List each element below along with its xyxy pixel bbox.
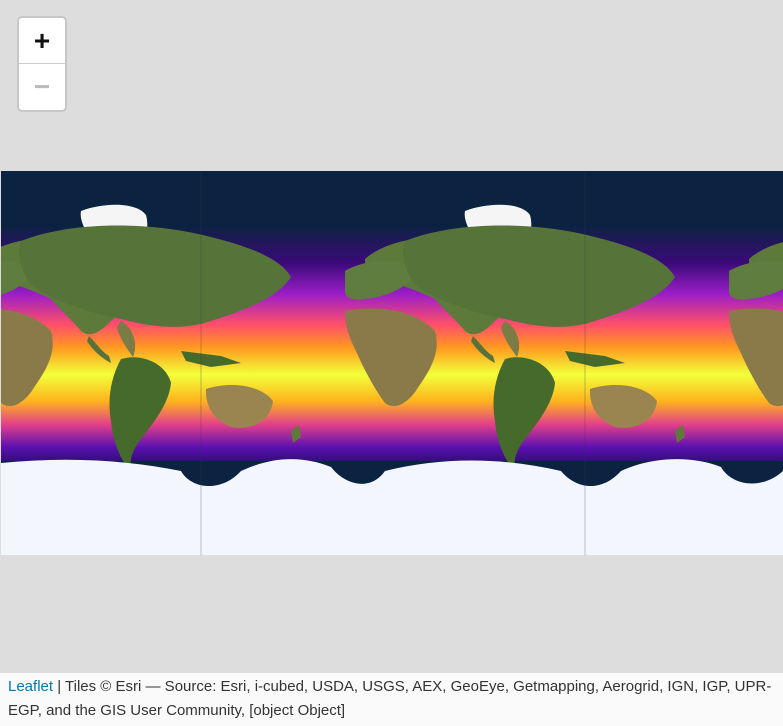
attribution-text: Tiles © Esri — Source: Esri, i-cubed, US… xyxy=(8,678,772,719)
zoom-out-button[interactable]: − xyxy=(19,64,65,109)
map-container[interactable]: + − Leaflet | Tiles © Esri — Source: Esr… xyxy=(0,0,783,726)
sea-surface-temperature-overlay xyxy=(1,171,783,555)
leaflet-link[interactable]: Leaflet xyxy=(8,678,53,695)
attribution-separator: | xyxy=(53,678,66,695)
zoom-in-button[interactable]: + xyxy=(19,18,65,64)
antarctica-ice xyxy=(1,459,783,555)
attribution-bar: Leaflet | Tiles © Esri — Source: Esri, i… xyxy=(0,673,783,726)
map-tile-layer[interactable] xyxy=(1,171,783,555)
zoom-control: + − xyxy=(17,16,67,112)
